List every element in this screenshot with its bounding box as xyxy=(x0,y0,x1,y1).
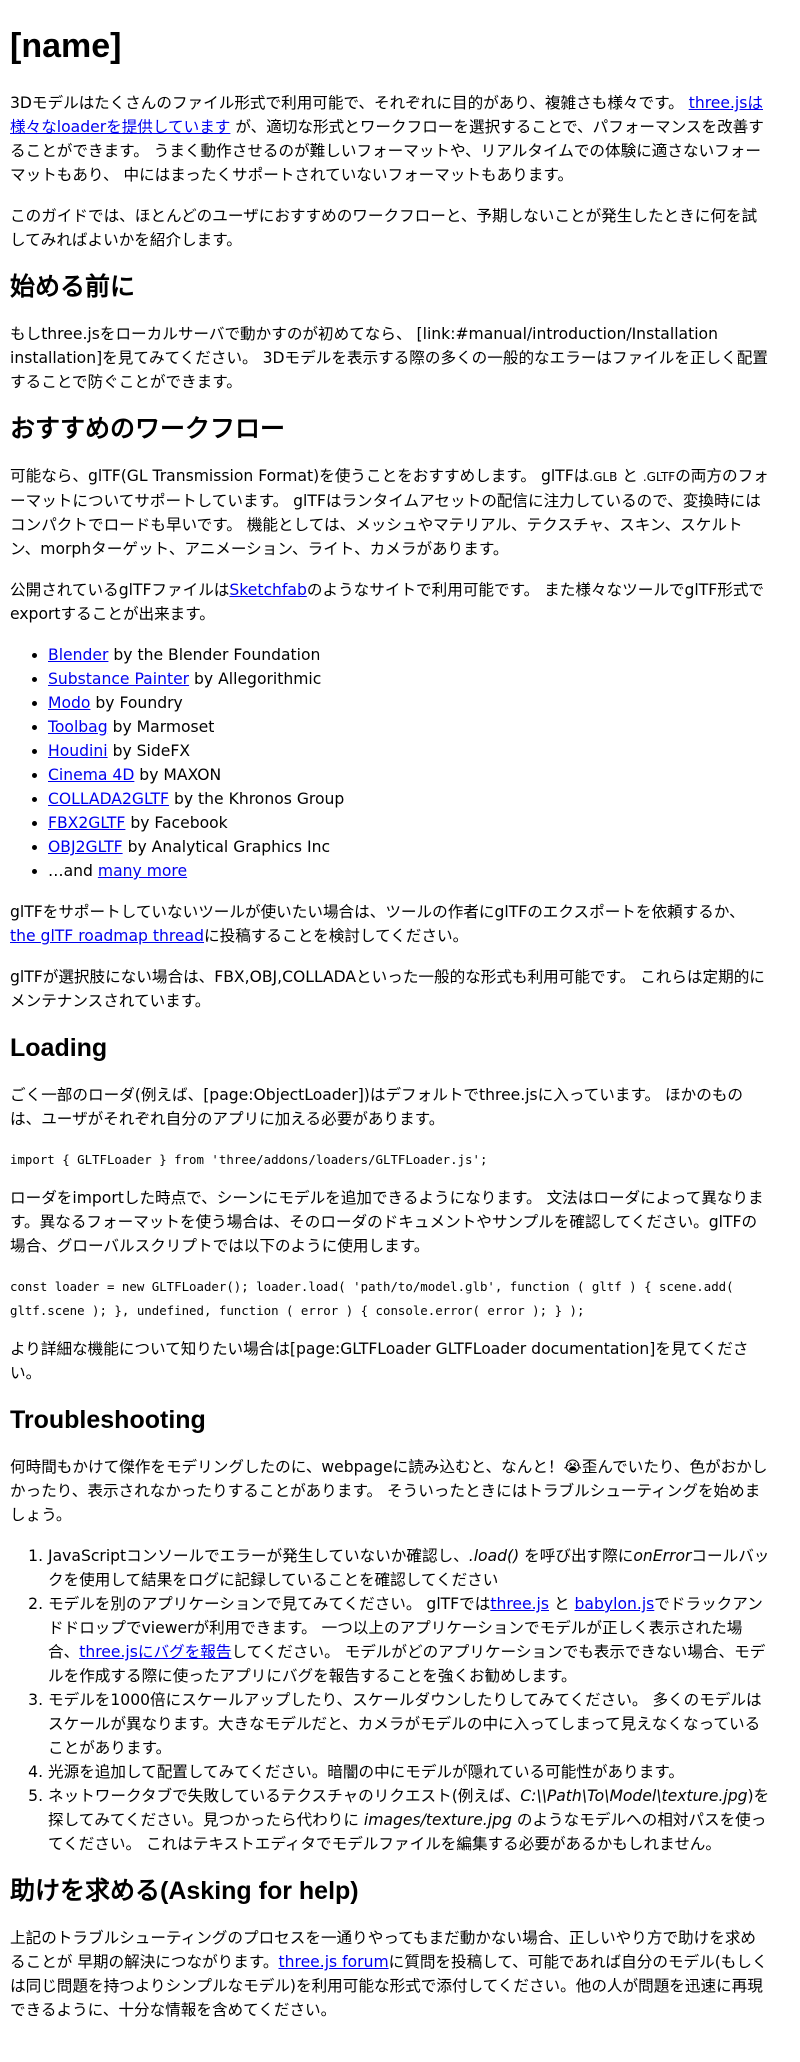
gltf-extension: .GLTF xyxy=(642,470,676,484)
list-item: モデルを別のアプリケーションで見てみてください。 glTFではthree.js … xyxy=(48,1592,770,1688)
load-method: .load() xyxy=(468,1547,520,1565)
troubleshooting-paragraph: 何時間もかけて傑作をモデリングしたのに、webpageに読み込むと、なんと！😭歪… xyxy=(10,1458,768,1524)
page: [name] 3Dモデルはたくさんのファイル形式で利用可能で、それぞれに目的があ… xyxy=(0,0,780,2022)
relative-path: images/texture.jpg xyxy=(363,1811,512,1829)
code-import: import { GLTFLoader } from 'three/addons… xyxy=(10,1152,488,1167)
list-item: Cinema 4D by MAXON xyxy=(48,763,770,787)
list-item: モデルを1000倍にスケールアップしたり、スケールダウンしたりしてみてください。… xyxy=(48,1688,770,1760)
loading-paragraph-2: ローダをimportした時点で、シーンにモデルを追加できるようになります。 文法… xyxy=(10,1189,764,1255)
list-item: …and many more xyxy=(48,859,770,883)
tool-link-fbx2gltf[interactable]: FBX2GLTF xyxy=(48,814,125,832)
workflow-paragraph-3: glTFをサポートしていないツールが使いたい場合は、ツールの作者にglTFのエク… xyxy=(10,900,770,948)
more-prefix: …and xyxy=(48,862,98,880)
tool-link-modo[interactable]: Modo xyxy=(48,694,90,712)
workflow-paragraph-4: glTFが選択肢にない場合は、FBX,OBJ,COLLADAといった一般的な形式… xyxy=(10,968,765,1010)
list-item: 光源を追加して配置してみてください。暗闇の中にモデルが隠れている可能性があります… xyxy=(48,1760,770,1784)
list-item: ネットワークタブで失敗しているテクスチャのリクエスト(例えば、C:\\Path\… xyxy=(48,1784,770,1856)
tool-vendor: by Foundry xyxy=(90,694,183,712)
windows-path: C:\\Path\To\Model\texture.jpg xyxy=(520,1787,748,1805)
tool-vendor: by Facebook xyxy=(125,814,228,832)
tool-link-blender[interactable]: Blender xyxy=(48,646,108,664)
tool-link-toolbag[interactable]: Toolbag xyxy=(48,718,108,736)
tool-link-houdini[interactable]: Houdini xyxy=(48,742,108,760)
workflow-p2-text-a: 公開されているglTFファイルは xyxy=(10,581,230,599)
threejs-editor-link[interactable]: three.js xyxy=(490,1595,549,1613)
onerror-callback: onError xyxy=(633,1547,692,1565)
list-item: COLLADA2GLTF by the Khronos Group xyxy=(48,787,770,811)
list-item: FBX2GLTF by Facebook xyxy=(48,811,770,835)
workflow-paragraph-2: 公開されているglTFファイルはSketchfabのようなサイトで利用可能です。… xyxy=(10,578,770,626)
list-item: JavaScriptコンソールでエラーが発生していないか確認し、.load() … xyxy=(48,1544,770,1592)
tool-link-cinema-4d[interactable]: Cinema 4D xyxy=(48,766,134,784)
tool-vendor: by Marmoset xyxy=(107,718,215,736)
sketchfab-link[interactable]: Sketchfab xyxy=(229,581,306,599)
intro-paragraph-2: このガイドでは、ほとんどのユーザにおすすめのワークフローと、予期しないことが発生… xyxy=(10,207,758,249)
troubleshooting-heading: Troubleshooting xyxy=(10,1406,206,1434)
list-item: Modo by Foundry xyxy=(48,691,770,715)
forum-link[interactable]: three.js forum xyxy=(279,1953,389,1971)
workflow-paragraph-1: 可能なら、glTF(GL Transmission Format)を使うことをお… xyxy=(10,464,770,561)
intro-paragraph-1: 3Dモデルはたくさんのファイル形式で利用可能で、それぞれに目的があり、複雑さも様… xyxy=(10,91,770,187)
list-item: OBJ2GLTF by Analytical Graphics Inc xyxy=(48,835,770,859)
list-item: Blender by the Blender Foundation xyxy=(48,643,770,667)
before-paragraph: もしthree.jsをローカルサーバで動かすのが初めてなら、 [link:#ma… xyxy=(10,325,768,391)
tool-vendor: by Allegorithmic xyxy=(189,670,322,688)
glb-extension: .GLB xyxy=(589,470,618,484)
loading-heading: Loading xyxy=(10,1034,108,1062)
many-more-link[interactable]: many more xyxy=(98,862,187,880)
step-text: ネットワークタブで失敗しているテクスチャのリクエスト(例えば、 xyxy=(48,1787,521,1805)
report-bug-link[interactable]: three.jsにバグを報告 xyxy=(79,1643,231,1661)
list-item: Toolbag by Marmoset xyxy=(48,715,770,739)
list-item: Substance Painter by Allegorithmic xyxy=(48,667,770,691)
gltf-roadmap-link[interactable]: the glTF roadmap thread xyxy=(10,927,204,945)
loading-paragraph-3: より詳細な機能について知りたい場合は[page:GLTFLoader GLTFL… xyxy=(10,1340,749,1382)
tools-list: Blender by the Blender Foundation Substa… xyxy=(10,643,770,883)
and-text: と xyxy=(617,467,643,485)
babylonjs-link[interactable]: babylon.js xyxy=(575,1595,655,1613)
tool-vendor: by SideFX xyxy=(107,742,191,760)
before-heading: 始める前に xyxy=(10,273,136,301)
loading-paragraph-1: ごく一部のローダ(例えば、[page:ObjectLoader])はデフォルトで… xyxy=(10,1086,744,1128)
workflow-text-a: 可能なら、glTF(GL Transmission Format)を使うことをお… xyxy=(10,467,590,485)
tool-vendor: by MAXON xyxy=(134,766,222,784)
code-load-example: const loader = new GLTFLoader(); loader.… xyxy=(10,1279,734,1318)
troubleshooting-list: JavaScriptコンソールでエラーが発生していないか確認し、.load() … xyxy=(10,1544,770,1856)
step-text: を呼び出す際に xyxy=(519,1547,634,1565)
tool-vendor: by Analytical Graphics Inc xyxy=(122,838,331,856)
tool-link-collada2gltf[interactable]: COLLADA2GLTF xyxy=(48,790,169,808)
workflow-p3-text-b: に投稿することを検討してください。 xyxy=(204,927,469,945)
help-paragraph: 上記のトラブルシューティングのプロセスを一通りやってもまだ動かない場合、正しいや… xyxy=(10,1926,770,2022)
step-text: JavaScriptコンソールでエラーが発生していないか確認し、 xyxy=(48,1547,469,1565)
list-item: Houdini by SideFX xyxy=(48,739,770,763)
step-text: モデルを別のアプリケーションで見てみてください。 glTFでは xyxy=(48,1595,491,1613)
tool-vendor: by the Blender Foundation xyxy=(108,646,321,664)
intro-text-a: 3Dモデルはたくさんのファイル形式で利用可能で、それぞれに目的があり、複雑さも様… xyxy=(10,94,684,112)
help-heading: 助けを求める(Asking for help) xyxy=(10,1877,359,1905)
tool-vendor: by the Khronos Group xyxy=(169,790,345,808)
workflow-heading: おすすめのワークフロー xyxy=(10,415,286,443)
page-title: [name] xyxy=(10,27,122,65)
workflow-p3-text-a: glTFをサポートしていないツールが使いたい場合は、ツールの作者にglTFのエク… xyxy=(10,903,745,921)
step-text: と xyxy=(549,1595,575,1613)
tool-link-obj2gltf[interactable]: OBJ2GLTF xyxy=(48,838,123,856)
tool-link-substance-painter[interactable]: Substance Painter xyxy=(48,670,189,688)
